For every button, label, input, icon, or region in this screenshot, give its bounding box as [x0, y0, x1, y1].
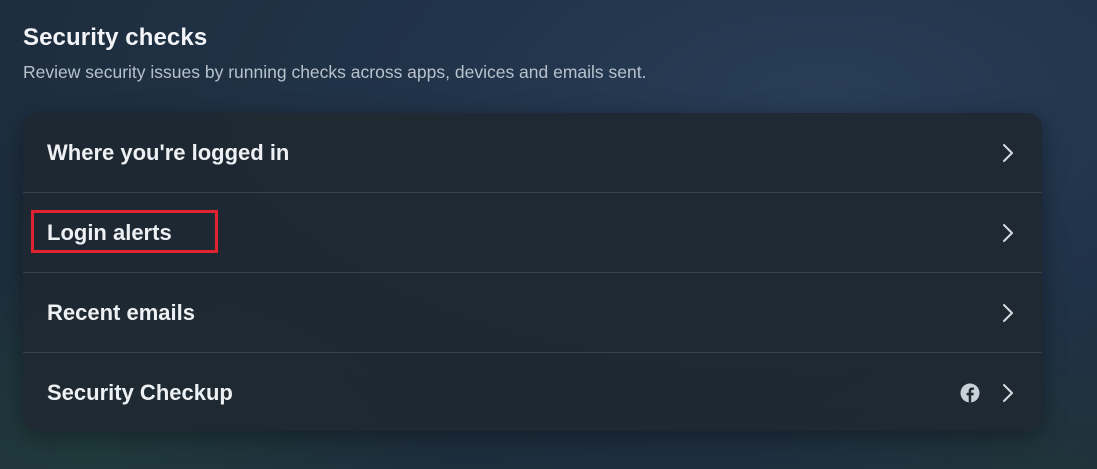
- list-item-login-alerts[interactable]: Login alerts: [23, 192, 1042, 272]
- list-item-recent-emails[interactable]: Recent emails: [23, 272, 1042, 352]
- chevron-right-icon: [1003, 303, 1013, 322]
- list-item-label: Login alerts: [47, 219, 172, 245]
- section-title: Security checks: [23, 24, 208, 51]
- chevron-right-icon: [1003, 223, 1013, 242]
- list-item-label: Where you're logged in: [47, 139, 290, 165]
- list-item-label: Recent emails: [47, 299, 195, 325]
- list-item-where-logged-in[interactable]: Where you're logged in: [23, 113, 1042, 192]
- list-item-security-checkup[interactable]: Security Checkup: [23, 352, 1042, 431]
- security-checks-list: Where you're logged in Login alerts Rece…: [23, 113, 1042, 431]
- section-subtitle: Review security issues by running checks…: [23, 62, 647, 82]
- chevron-right-icon: [1003, 383, 1013, 402]
- list-item-label: Security Checkup: [47, 379, 233, 405]
- facebook-icon: [960, 383, 980, 402]
- chevron-right-icon: [1003, 143, 1013, 162]
